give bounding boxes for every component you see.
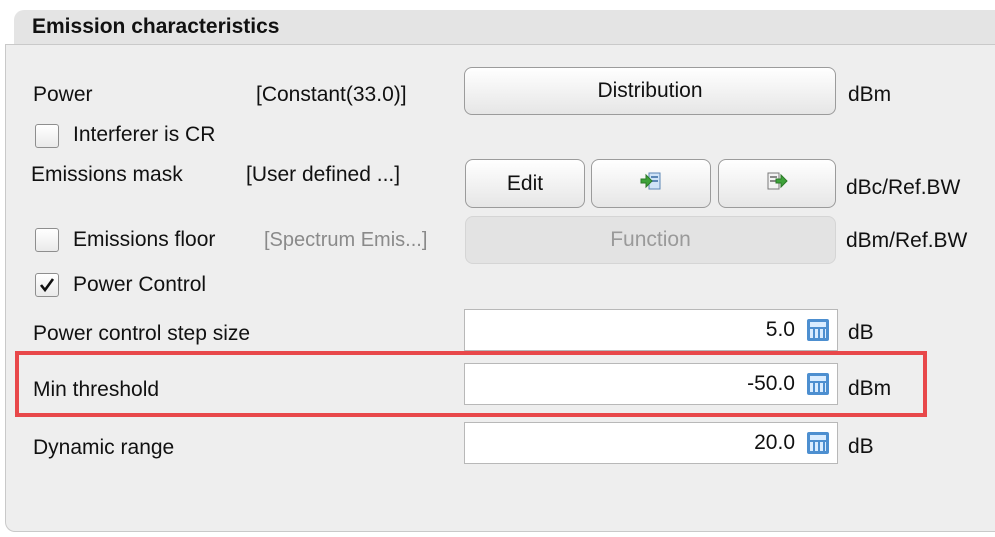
calculator-icon[interactable] [807, 319, 829, 341]
highlight-box [15, 351, 927, 417]
power-control-checkbox[interactable] [35, 273, 59, 297]
calculator-icon[interactable] [807, 432, 829, 454]
distribution-button[interactable]: Distribution [464, 67, 836, 115]
export-mask-button[interactable] [718, 159, 836, 208]
dynamic-range-value: 20.0 [754, 431, 795, 454]
function-button[interactable]: Function [465, 216, 836, 264]
step-size-value: 5.0 [765, 318, 795, 341]
dynamic-range-unit: dB [848, 435, 874, 458]
interferer-cr-label: Interferer is CR [73, 123, 216, 146]
step-size-input[interactable]: 5.0 [464, 309, 838, 351]
step-size-label: Power control step size [33, 322, 251, 345]
emissions-floor-value: [Spectrum Emis...] [264, 229, 428, 251]
emissions-floor-unit: dBm/Ref.BW [846, 229, 968, 252]
function-button-label: Function [610, 228, 691, 251]
power-value: [Constant(33.0)] [256, 83, 407, 106]
export-icon [766, 170, 788, 198]
section-header: Emission characteristics [14, 10, 995, 46]
interferer-cr-checkbox[interactable] [35, 124, 59, 148]
import-mask-button[interactable] [591, 159, 711, 208]
power-unit: dBm [848, 83, 892, 106]
checkmark-icon [39, 278, 55, 293]
edit-mask-button-label: Edit [506, 171, 544, 195]
emissions-mask-unit: dBc/Ref.BW [846, 176, 961, 199]
dynamic-range-label: Dynamic range [33, 436, 175, 459]
edit-mask-button[interactable]: Edit [465, 159, 585, 208]
power-label: Power [33, 83, 93, 106]
distribution-button-label: Distribution [597, 79, 703, 102]
dynamic-range-input[interactable]: 20.0 [464, 422, 838, 464]
step-size-unit: dB [848, 321, 874, 344]
emissions-mask-label: Emissions mask [31, 163, 183, 186]
emissions-floor-checkbox[interactable] [35, 228, 59, 252]
emissions-mask-value: [User defined ...] [246, 163, 401, 186]
emissions-floor-label: Emissions floor [73, 228, 216, 251]
section-title: Emission characteristics [32, 15, 280, 38]
import-icon [640, 170, 662, 198]
power-control-label: Power Control [73, 273, 207, 296]
